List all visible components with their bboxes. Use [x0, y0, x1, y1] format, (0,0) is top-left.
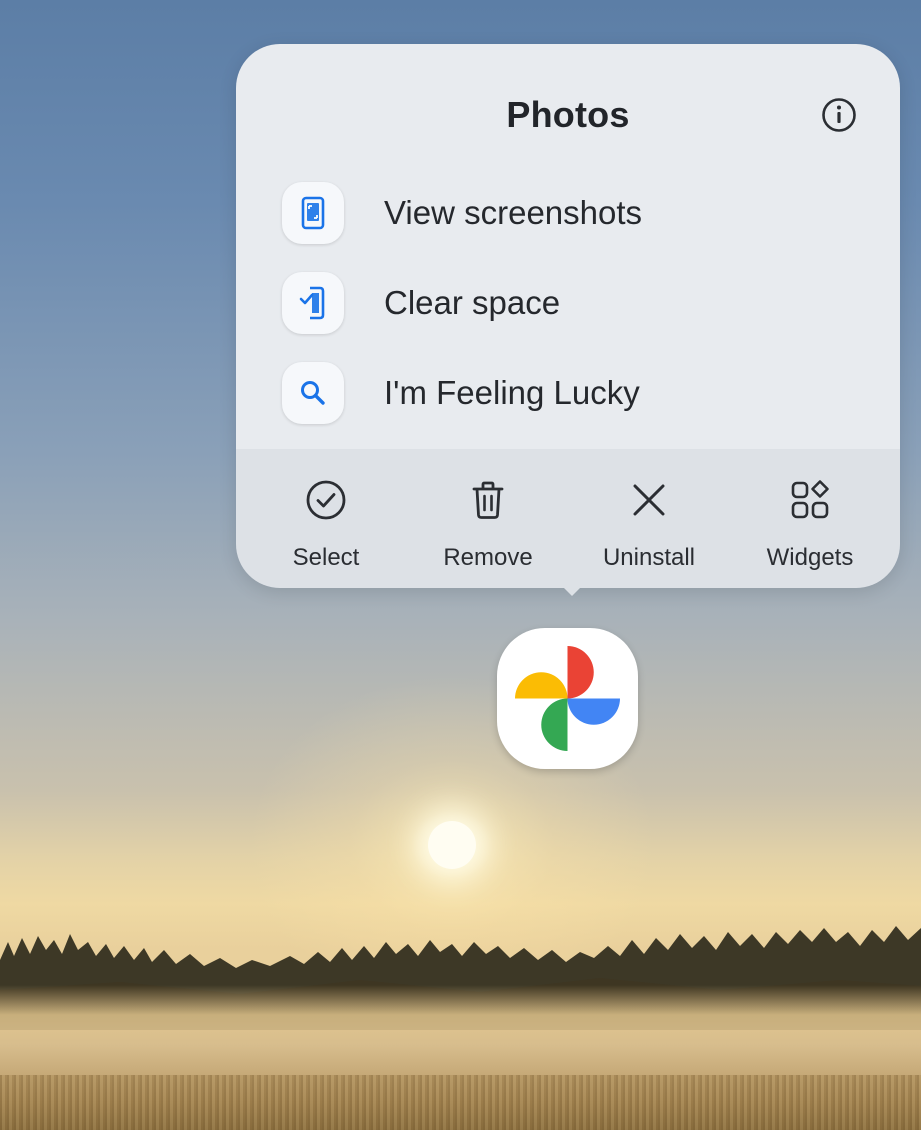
action-label: Select: [292, 544, 360, 571]
close-icon: [633, 484, 665, 516]
widgets-icon: [791, 480, 829, 519]
phone-check-icon: [282, 272, 344, 334]
action-label: Remove: [443, 544, 533, 571]
google-photos-icon[interactable]: [497, 628, 638, 769]
trash-icon: [472, 481, 504, 519]
screenshot-phone-icon: [282, 182, 344, 244]
shortcut-label: View screenshots: [384, 194, 643, 231]
check-circle-icon: [306, 480, 346, 520]
shortcut-clear-space[interactable]: Clear space: [282, 269, 862, 337]
widgets-button[interactable]: Widgets: [730, 474, 890, 574]
shortcut-label: Clear space: [384, 284, 561, 321]
select-button[interactable]: Select: [246, 474, 406, 574]
uninstall-button[interactable]: Uninstall: [569, 474, 729, 574]
menu-pointer: [562, 586, 582, 596]
app-context-menu: Photos View screenshots Clear space I'm …: [236, 44, 900, 588]
shortcut-view-screenshots[interactable]: View screenshots: [282, 179, 862, 247]
action-label: Widgets: [766, 544, 854, 571]
fog-layer: [0, 985, 921, 1085]
search-icon: [282, 362, 344, 424]
grass-field: [0, 1075, 921, 1130]
info-icon[interactable]: [820, 96, 858, 134]
remove-button[interactable]: Remove: [408, 474, 568, 574]
menu-app-title: Photos: [506, 94, 630, 135]
shortcut-label: I'm Feeling Lucky: [384, 374, 640, 411]
shortcut-feeling-lucky[interactable]: I'm Feeling Lucky: [282, 359, 862, 427]
action-label: Uninstall: [602, 544, 696, 571]
